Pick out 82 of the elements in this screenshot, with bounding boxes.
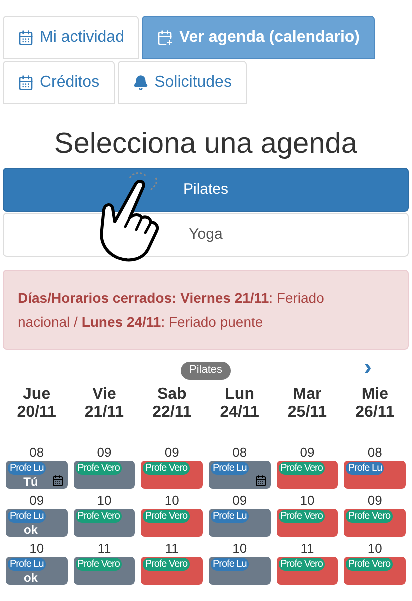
teacher-tag: Profe Vero	[346, 510, 393, 523]
teacher-tag: Profe Vero	[278, 462, 325, 475]
class-slot[interactable]: Profe Vero	[276, 461, 338, 489]
next-week-button[interactable]: ›	[364, 358, 372, 378]
teacher-tag: Profe Lu	[8, 558, 46, 571]
class-slot[interactable]: Profe Lu	[209, 557, 271, 585]
teacher-tag: Profe Vero	[278, 510, 325, 523]
slot-hour: 10	[97, 493, 112, 509]
slot-hour: 09	[97, 445, 112, 461]
slot-status: Tú	[22, 475, 40, 489]
day-name: Jue	[23, 386, 51, 404]
slot-hour: 09	[30, 493, 44, 509]
class-slot[interactable]: Profe Vero	[276, 557, 338, 585]
class-slot[interactable]: Profe Lu	[209, 461, 271, 489]
tab[interactable]: Mi actividad	[3, 16, 140, 59]
closed-days-alert: Días/Horarios cerrados: Viernes 21/11: Feriado nacional / Lunes 24/11: Feriado puente	[3, 270, 409, 350]
class-slot[interactable]: Profe Lu	[209, 509, 271, 537]
teacher-tag: Profe Vero	[143, 558, 190, 571]
slot-hour: 10	[368, 541, 382, 557]
class-slot[interactable]: Profe Lu Tú	[6, 461, 68, 489]
day-date: 25/11	[288, 404, 328, 422]
teacher-tag: Profe Vero	[346, 558, 393, 571]
teacher-tag: Profe Lu	[8, 510, 46, 523]
slot-hour: 08	[368, 445, 382, 461]
class-slot[interactable]: Profe Lu	[344, 461, 406, 489]
calendar-icon	[18, 74, 34, 90]
slot-hour: 11	[300, 541, 314, 557]
tab[interactable]: Solicitudes	[118, 61, 247, 104]
day-name: Lun	[225, 386, 254, 404]
teacher-tag: Profe Vero	[278, 558, 325, 571]
class-slot[interactable]: Profe Vero	[141, 557, 203, 585]
class-slot[interactable]: Profe Vero	[141, 509, 203, 537]
teacher-tag: Profe Vero	[76, 462, 122, 475]
teacher-tag: Profe Vero	[143, 510, 190, 523]
teacher-tag: Profe Vero	[76, 510, 122, 523]
calendar-icon	[18, 30, 34, 46]
class-slot[interactable]: Profe Vero	[344, 509, 406, 537]
slot-hour: 09	[232, 493, 248, 509]
class-slot[interactable]: Profe Vero	[74, 461, 136, 489]
slot-hour: 08	[30, 445, 44, 461]
day-name: Sab	[157, 386, 187, 404]
day-date: 24/11	[220, 404, 260, 422]
teacher-tag: Profe Lu	[211, 558, 249, 571]
slot-hour: 08	[232, 445, 248, 461]
slot-hour: 10	[300, 493, 315, 509]
slot-status: ok	[22, 571, 39, 585]
slot-hour: 09	[300, 445, 315, 461]
day-date: 26/11	[356, 404, 395, 422]
teacher-tag: Profe Lu	[211, 510, 249, 523]
teacher-tag: Profe Vero	[143, 462, 190, 475]
teacher-tag: Profe Lu	[211, 462, 249, 475]
tab[interactable]: Créditos	[3, 61, 115, 104]
day-date: 21/11	[84, 404, 124, 422]
tab[interactable]: Ver agenda (calendario)	[142, 16, 375, 59]
slot-status: ok	[22, 523, 39, 537]
teacher-tag: Profe Lu	[8, 462, 46, 475]
slot-hour: 10	[30, 541, 44, 557]
agenda-option[interactable]: Pilates	[3, 168, 409, 212]
teacher-tag: Profe Lu	[346, 462, 384, 475]
class-slot[interactable]: Profe Vero	[344, 557, 406, 585]
calendar-plus-icon	[157, 30, 174, 46]
slot-hour: 11	[98, 541, 112, 557]
page-title: Selecciona una agenda	[53, 127, 359, 162]
slot-hour: 10	[164, 493, 180, 509]
class-slot[interactable]: Profe Lu ok	[6, 509, 68, 537]
slot-hour: 10	[232, 541, 248, 557]
teacher-tag: Profe Vero	[76, 558, 122, 571]
class-slot[interactable]: Profe Vero	[141, 461, 203, 489]
slot-hour: 09	[368, 493, 382, 509]
day-date: 20/11	[17, 404, 56, 422]
slot-hour: 09	[164, 445, 180, 461]
day-name: Mie	[362, 386, 388, 404]
class-slot[interactable]: Profe Lu ok	[6, 557, 68, 585]
day-name: Vie	[92, 386, 116, 404]
class-slot[interactable]: Profe Vero	[74, 557, 136, 585]
bell-icon	[132, 74, 149, 90]
slot-hour: 11	[165, 541, 179, 557]
agenda-badge: Pilates	[181, 362, 231, 380]
class-slot[interactable]: Profe Vero	[74, 509, 136, 537]
class-slot[interactable]: Profe Vero	[276, 509, 338, 537]
day-date: 22/11	[152, 404, 192, 422]
day-name: Mar	[293, 386, 322, 404]
